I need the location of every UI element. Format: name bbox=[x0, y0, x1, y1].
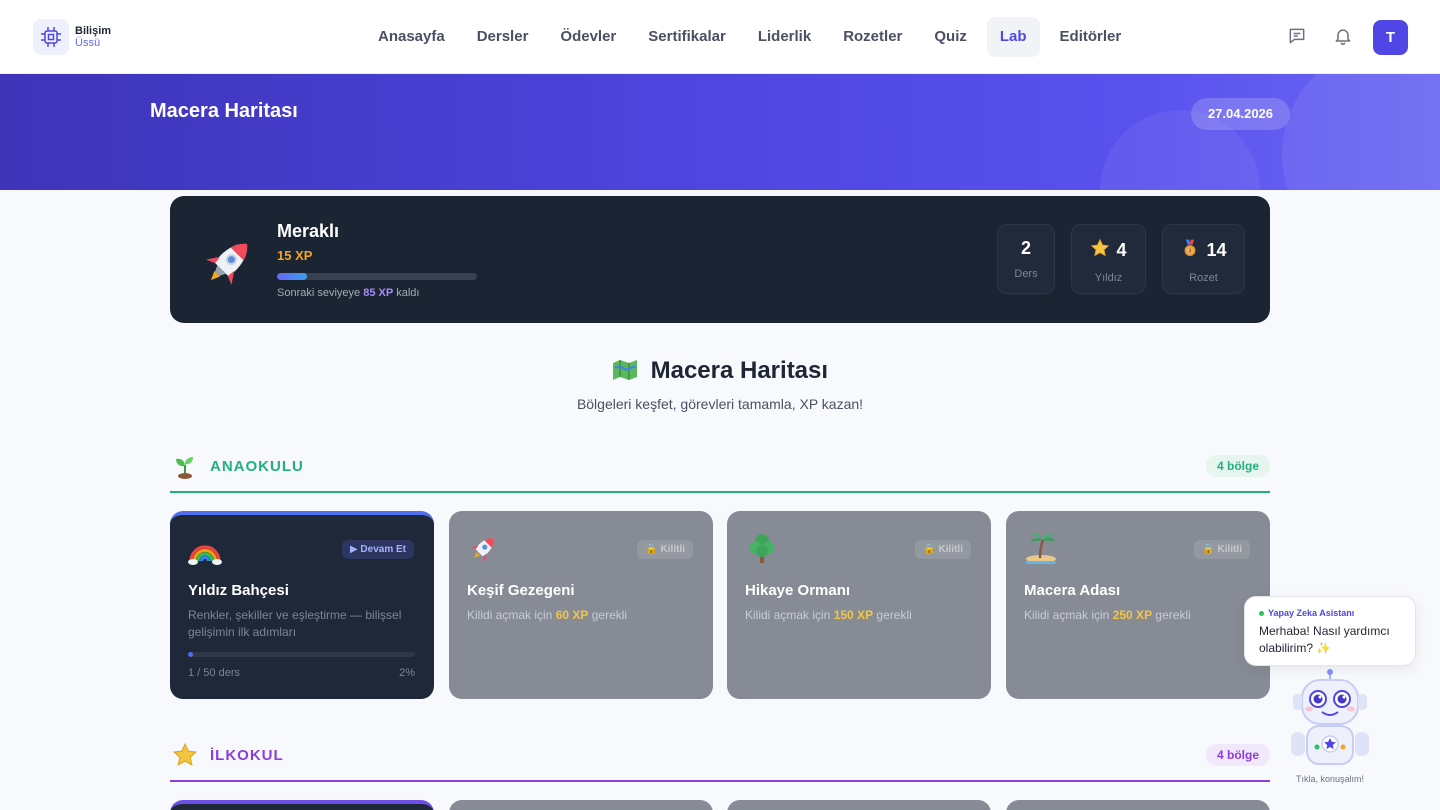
star-icon bbox=[1090, 238, 1110, 263]
region-title: Yıldız Bahçesi bbox=[188, 582, 289, 599]
avatar[interactable]: T bbox=[1373, 20, 1408, 55]
hero-banner: Macera Haritası 27.04.2026 bbox=[0, 74, 1440, 190]
tree-icon bbox=[745, 531, 779, 565]
level-name-ilkokul: İLKOKUL bbox=[210, 747, 284, 764]
level-header-ilkokul: İLKOKUL 4 bölge bbox=[170, 742, 1270, 782]
region-description: Kilidi açmak için 150 XP gerekli bbox=[745, 607, 975, 624]
island-icon bbox=[1024, 531, 1058, 565]
unlock-prefix: Kilidi açmak için bbox=[745, 608, 831, 622]
xp-progress-fill bbox=[277, 273, 307, 280]
svg-text:3: 3 bbox=[1189, 249, 1192, 255]
nav-liderlik[interactable]: Liderlik bbox=[742, 17, 827, 57]
stat-yildiz: 4 Yıldız bbox=[1071, 224, 1146, 294]
region-progress-fill bbox=[188, 652, 193, 657]
unlock-suffix: gerekli bbox=[876, 608, 912, 622]
unlock-suffix: gerekli bbox=[591, 608, 628, 622]
logo-title: Bilişim bbox=[75, 25, 112, 37]
region-count-badge: 4 bölge bbox=[1205, 744, 1270, 766]
assistant-message: Merhaba! Nasıl yardımcı olabilirim? ✨ bbox=[1259, 624, 1390, 655]
page-title: Macera Haritası bbox=[150, 100, 298, 122]
next-level-text: Sonraki seviyeye 85 XP kaldı bbox=[277, 287, 420, 299]
medal-icon: 3 bbox=[1180, 238, 1200, 263]
bell-icon[interactable] bbox=[1331, 24, 1355, 48]
region-card-macera-adasi[interactable]: 🔒 Kilitli Macera Adası Kilidi açmak için… bbox=[1006, 511, 1270, 699]
stat-yildiz-value: 4 bbox=[1116, 240, 1127, 260]
stat-rozet-value: 14 bbox=[1206, 240, 1227, 260]
region-progress-percent: 2% bbox=[399, 667, 415, 679]
region-title: Macera Adası bbox=[1024, 582, 1121, 599]
next-level-xp: 85 XP bbox=[363, 287, 394, 299]
seedling-icon bbox=[172, 453, 198, 479]
region-progress-bar bbox=[188, 652, 415, 657]
region-card[interactable] bbox=[727, 800, 991, 810]
nav-rozetler[interactable]: Rozetler bbox=[827, 17, 918, 57]
chip-icon bbox=[33, 19, 69, 55]
section-title-text: Macera Haritası bbox=[650, 357, 829, 384]
level-name-anaokulu: ANAOKULU bbox=[210, 458, 304, 475]
logo-subtitle: Üssü bbox=[75, 37, 101, 49]
assistant-bubble[interactable]: Yapay Zeka Asistanı Merhaba! Nasıl yardı… bbox=[1244, 596, 1416, 666]
continue-button[interactable]: ▶ Devam Et bbox=[341, 540, 414, 559]
hero-decoration bbox=[1282, 74, 1440, 190]
locked-badge: 🔒 Kilitli bbox=[637, 540, 693, 559]
region-card[interactable] bbox=[170, 800, 434, 810]
rocket-icon bbox=[467, 531, 501, 565]
region-description: Renkler, şekiller ve eşleştirme — bilişs… bbox=[188, 608, 402, 639]
region-progress-meta: 1 / 50 ders 2% bbox=[188, 667, 415, 679]
stat-ders: 2 Ders bbox=[997, 224, 1055, 294]
unlock-xp: 60 XP bbox=[555, 608, 589, 622]
stat-rozet: 3 14 Rozet bbox=[1162, 224, 1245, 294]
level-card: Meraklı 15 XP Sonraki seviyeye 85 XP kal… bbox=[170, 196, 1270, 323]
xp-progress-bar bbox=[277, 273, 477, 280]
nav-odevler[interactable]: Ödevler bbox=[544, 17, 632, 57]
section-subtitle: Bölgeleri keşfet, görevleri tamamla, XP … bbox=[576, 396, 864, 412]
nav-quiz[interactable]: Quiz bbox=[918, 17, 983, 57]
star-icon bbox=[172, 742, 198, 768]
stat-ders-label: Ders bbox=[1014, 268, 1038, 280]
region-description: Kilidi açmak için 60 XP gerekli bbox=[467, 607, 697, 624]
unlock-suffix: gerekli bbox=[1155, 608, 1191, 622]
unlock-xp: 250 XP bbox=[1112, 608, 1153, 622]
stat-ders-value: 2 bbox=[1020, 238, 1031, 258]
rocket-icon bbox=[200, 231, 260, 291]
region-count-badge: 4 bölge bbox=[1205, 455, 1270, 477]
region-card[interactable] bbox=[1006, 800, 1270, 810]
region-title: Keşif Gezegeni bbox=[467, 582, 575, 599]
unlock-xp: 150 XP bbox=[833, 608, 874, 622]
nav-anasayfa[interactable]: Anasayfa bbox=[362, 17, 461, 57]
assistant-header: Yapay Zeka Asistanı bbox=[1259, 608, 1354, 618]
unlock-prefix: Kilidi açmak için bbox=[1024, 608, 1110, 622]
locked-badge: 🔒 Kilitli bbox=[1194, 540, 1250, 559]
nav-sertifikalar[interactable]: Sertifikalar bbox=[632, 17, 742, 57]
region-description: Kilidi açmak için 250 XP gerekli bbox=[1024, 607, 1254, 624]
locked-badge: 🔒 Kilitli bbox=[915, 540, 971, 559]
unlock-prefix: Kilidi açmak için bbox=[467, 608, 553, 622]
message-icon[interactable] bbox=[1285, 24, 1309, 48]
map-icon bbox=[612, 359, 638, 388]
region-card-yildiz-bahcesi[interactable]: ▶ Devam Et Yıldız Bahçesi Renkler, şekil… bbox=[170, 511, 434, 699]
next-level-prefix: Sonraki seviyeye bbox=[277, 287, 361, 299]
region-title: Hikaye Ormanı bbox=[745, 582, 851, 599]
date-badge: 27.04.2026 bbox=[1191, 98, 1290, 130]
region-progress-text: 1 / 50 ders bbox=[188, 667, 240, 679]
level-name: Meraklı bbox=[277, 221, 340, 241]
nav-editorler[interactable]: Editörler bbox=[1044, 17, 1138, 57]
main-nav: Anasayfa Dersler Ödevler Sertifikalar Li… bbox=[362, 17, 1137, 57]
stat-rozet-label: Rozet bbox=[1189, 272, 1218, 284]
region-card[interactable] bbox=[449, 800, 713, 810]
region-card-hikaye-ormani[interactable]: 🔒 Kilitli Hikaye Ormanı Kilidi açmak içi… bbox=[727, 511, 991, 699]
robot-icon[interactable] bbox=[1285, 668, 1375, 772]
xp-value: 15 XP bbox=[277, 248, 313, 263]
logo[interactable]: Bilişim Üssü bbox=[33, 19, 111, 55]
rainbow-icon bbox=[188, 533, 222, 567]
assistant-caption: Tıkla, konuşalım! bbox=[1295, 774, 1365, 784]
top-navbar: Bilişim Üssü Anasayfa Dersler Ödevler Se… bbox=[0, 0, 1440, 74]
level-header-anaokulu: ANAOKULU 4 bölge bbox=[170, 453, 1270, 493]
section-title: Macera Haritası bbox=[0, 357, 1440, 388]
nav-lab[interactable]: Lab bbox=[986, 17, 1040, 57]
next-level-suffix: kaldı bbox=[396, 287, 420, 299]
nav-dersler[interactable]: Dersler bbox=[461, 17, 545, 57]
stat-yildiz-label: Yıldız bbox=[1094, 272, 1123, 284]
region-card-kesif-gezegeni[interactable]: 🔒 Kilitli Keşif Gezegeni Kilidi açmak iç… bbox=[449, 511, 713, 699]
